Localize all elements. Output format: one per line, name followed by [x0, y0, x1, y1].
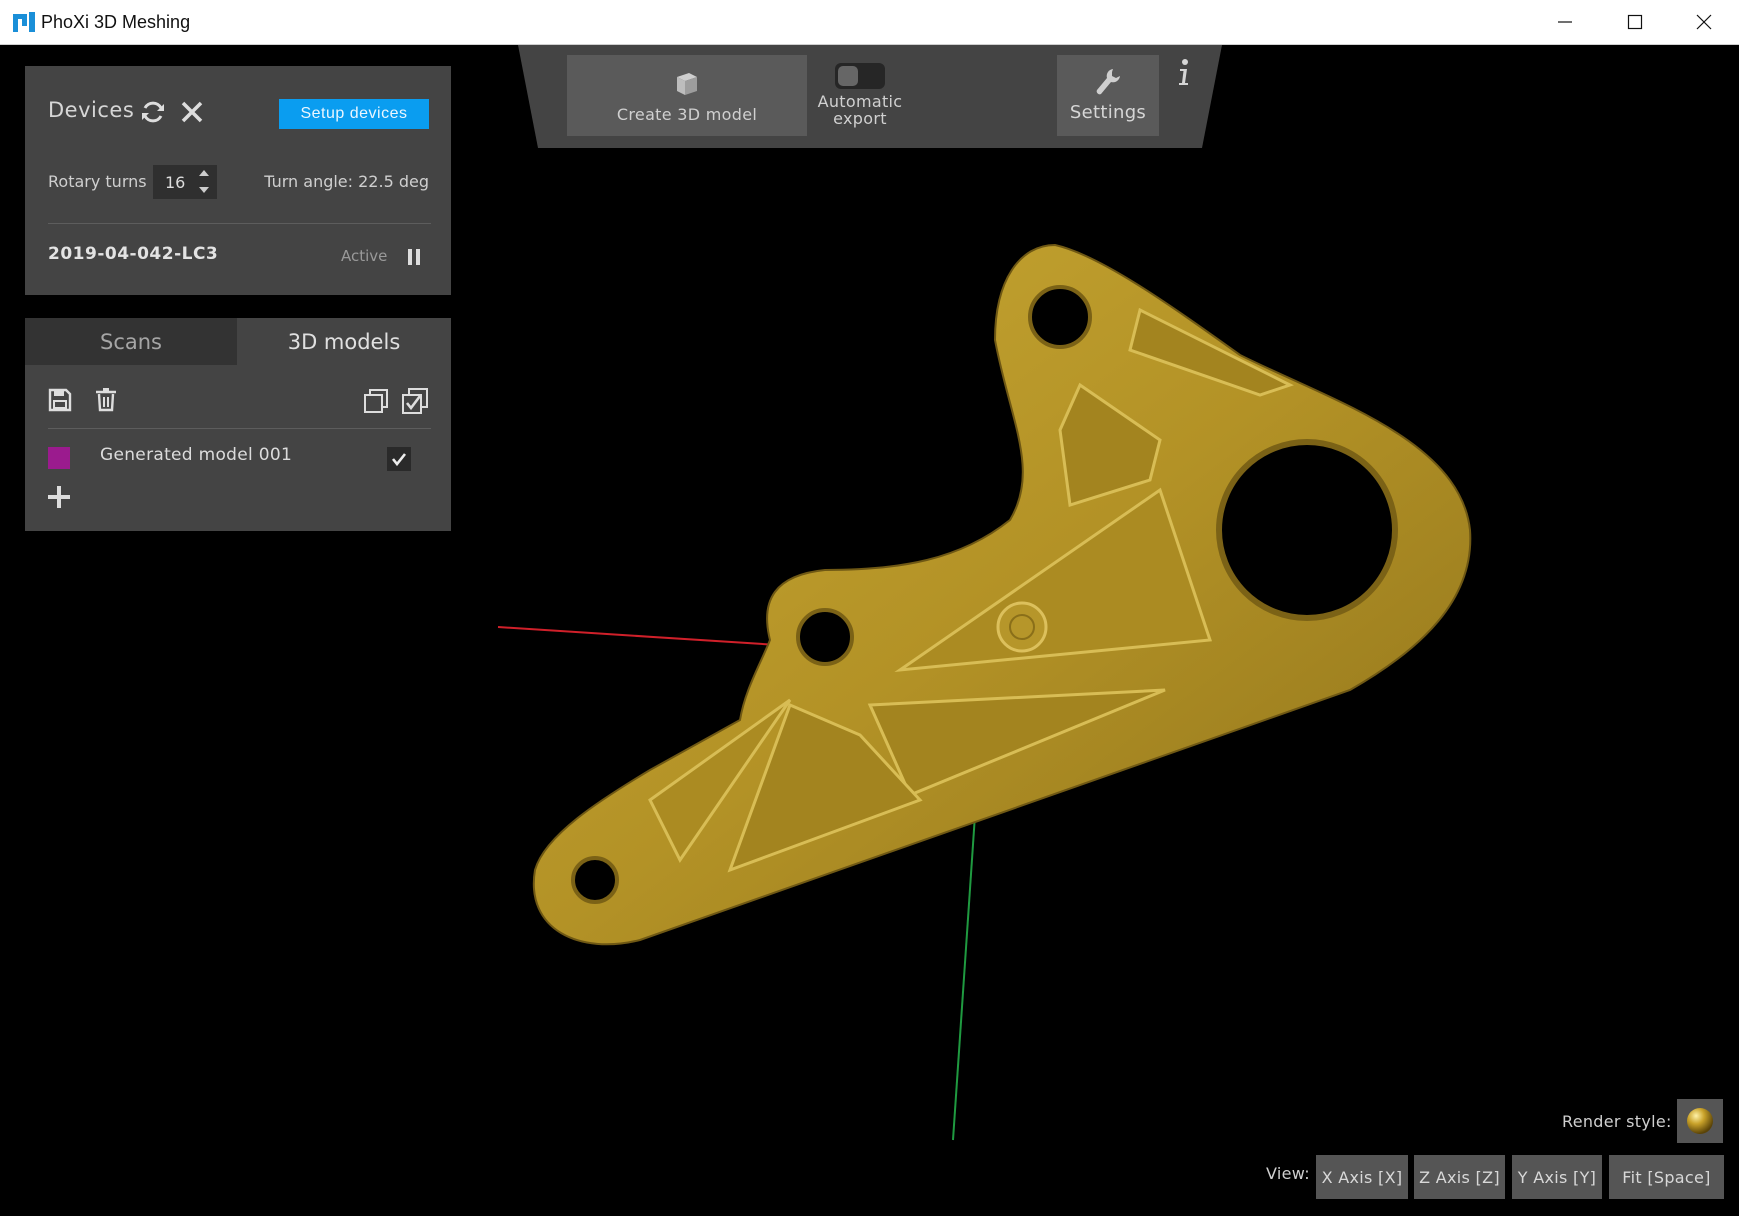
- model-visible-checkbox[interactable]: [387, 447, 411, 471]
- models-panel: Scans 3D models Generated model 001: [25, 318, 451, 531]
- devices-panel: Devices Setup devices Rotary turns 16 Tu…: [25, 66, 451, 295]
- automatic-export-label: Automatic export: [800, 93, 920, 127]
- minimize-button[interactable]: [1530, 0, 1600, 44]
- model-name[interactable]: Generated model 001: [100, 445, 292, 465]
- models-divider: [48, 428, 431, 429]
- add-model-icon[interactable]: [47, 485, 71, 509]
- deselect-all-icon[interactable]: [364, 389, 388, 413]
- toggle-knob: [838, 66, 858, 86]
- wrench-icon: [1096, 69, 1120, 95]
- view-x-axis-button[interactable]: X Axis [X]: [1316, 1155, 1408, 1199]
- app-logo-icon: [13, 12, 35, 32]
- window-title: PhoXi 3D Meshing: [41, 12, 191, 32]
- model-color-swatch[interactable]: [48, 447, 70, 469]
- cube-icon: [677, 73, 697, 95]
- close-window-button[interactable]: [1669, 0, 1739, 44]
- render-style-button[interactable]: [1677, 1099, 1723, 1143]
- device-id: 2019-04-042-LC3: [48, 244, 219, 264]
- select-all-icon[interactable]: [402, 388, 428, 414]
- tab-scans[interactable]: Scans: [25, 318, 237, 365]
- maximize-button[interactable]: [1600, 0, 1670, 44]
- render-style-label: Render style:: [1562, 1112, 1672, 1131]
- device-status: Active: [341, 247, 388, 265]
- view-fit-button[interactable]: Fit [Space]: [1609, 1155, 1724, 1199]
- close-icon: [1696, 14, 1712, 30]
- stepper-up-icon[interactable]: [199, 170, 209, 176]
- stepper-down-icon[interactable]: [199, 187, 209, 193]
- minimize-icon: [1558, 21, 1572, 23]
- refresh-icon[interactable]: [140, 99, 166, 125]
- create-3d-model-button[interactable]: Create 3D model: [567, 55, 807, 136]
- settings-button[interactable]: Settings: [1057, 55, 1159, 136]
- gold-sphere-icon: [1687, 1108, 1713, 1134]
- pause-icon[interactable]: [406, 248, 422, 266]
- rotary-turns-label: Rotary turns: [48, 172, 147, 191]
- info-icon[interactable]: [1175, 58, 1193, 88]
- setup-devices-button[interactable]: Setup devices: [279, 99, 429, 129]
- tab-3d-models[interactable]: 3D models: [237, 318, 451, 365]
- rotary-turns-stepper[interactable]: 16: [153, 165, 217, 199]
- trash-icon[interactable]: [95, 388, 117, 412]
- save-icon[interactable]: [48, 388, 72, 412]
- automatic-export-label-line2: export: [833, 109, 887, 128]
- checkmark-icon: [391, 453, 407, 467]
- title-bar: PhoXi 3D Meshing: [0, 0, 1739, 45]
- devices-title: Devices: [48, 98, 135, 122]
- view-label: View:: [1266, 1164, 1310, 1183]
- y-axis-line: [952, 814, 976, 1141]
- turn-angle-text: Turn angle: 22.5 deg: [264, 172, 429, 191]
- view-y-axis-button[interactable]: Y Axis [Y]: [1512, 1155, 1602, 1199]
- rotary-turns-value[interactable]: 16: [165, 173, 185, 192]
- maximize-icon: [1627, 14, 1643, 30]
- settings-label: Settings: [1069, 102, 1147, 123]
- bracket-3d-model[interactable]: [532, 243, 1472, 946]
- automatic-export-toggle[interactable]: [835, 63, 885, 89]
- create-3d-model-label: Create 3D model: [616, 105, 758, 124]
- automatic-export-label-line1: Automatic: [817, 92, 903, 111]
- view-z-axis-button[interactable]: Z Axis [Z]: [1414, 1155, 1505, 1199]
- devices-divider: [48, 223, 431, 224]
- disconnect-icon[interactable]: [180, 100, 204, 124]
